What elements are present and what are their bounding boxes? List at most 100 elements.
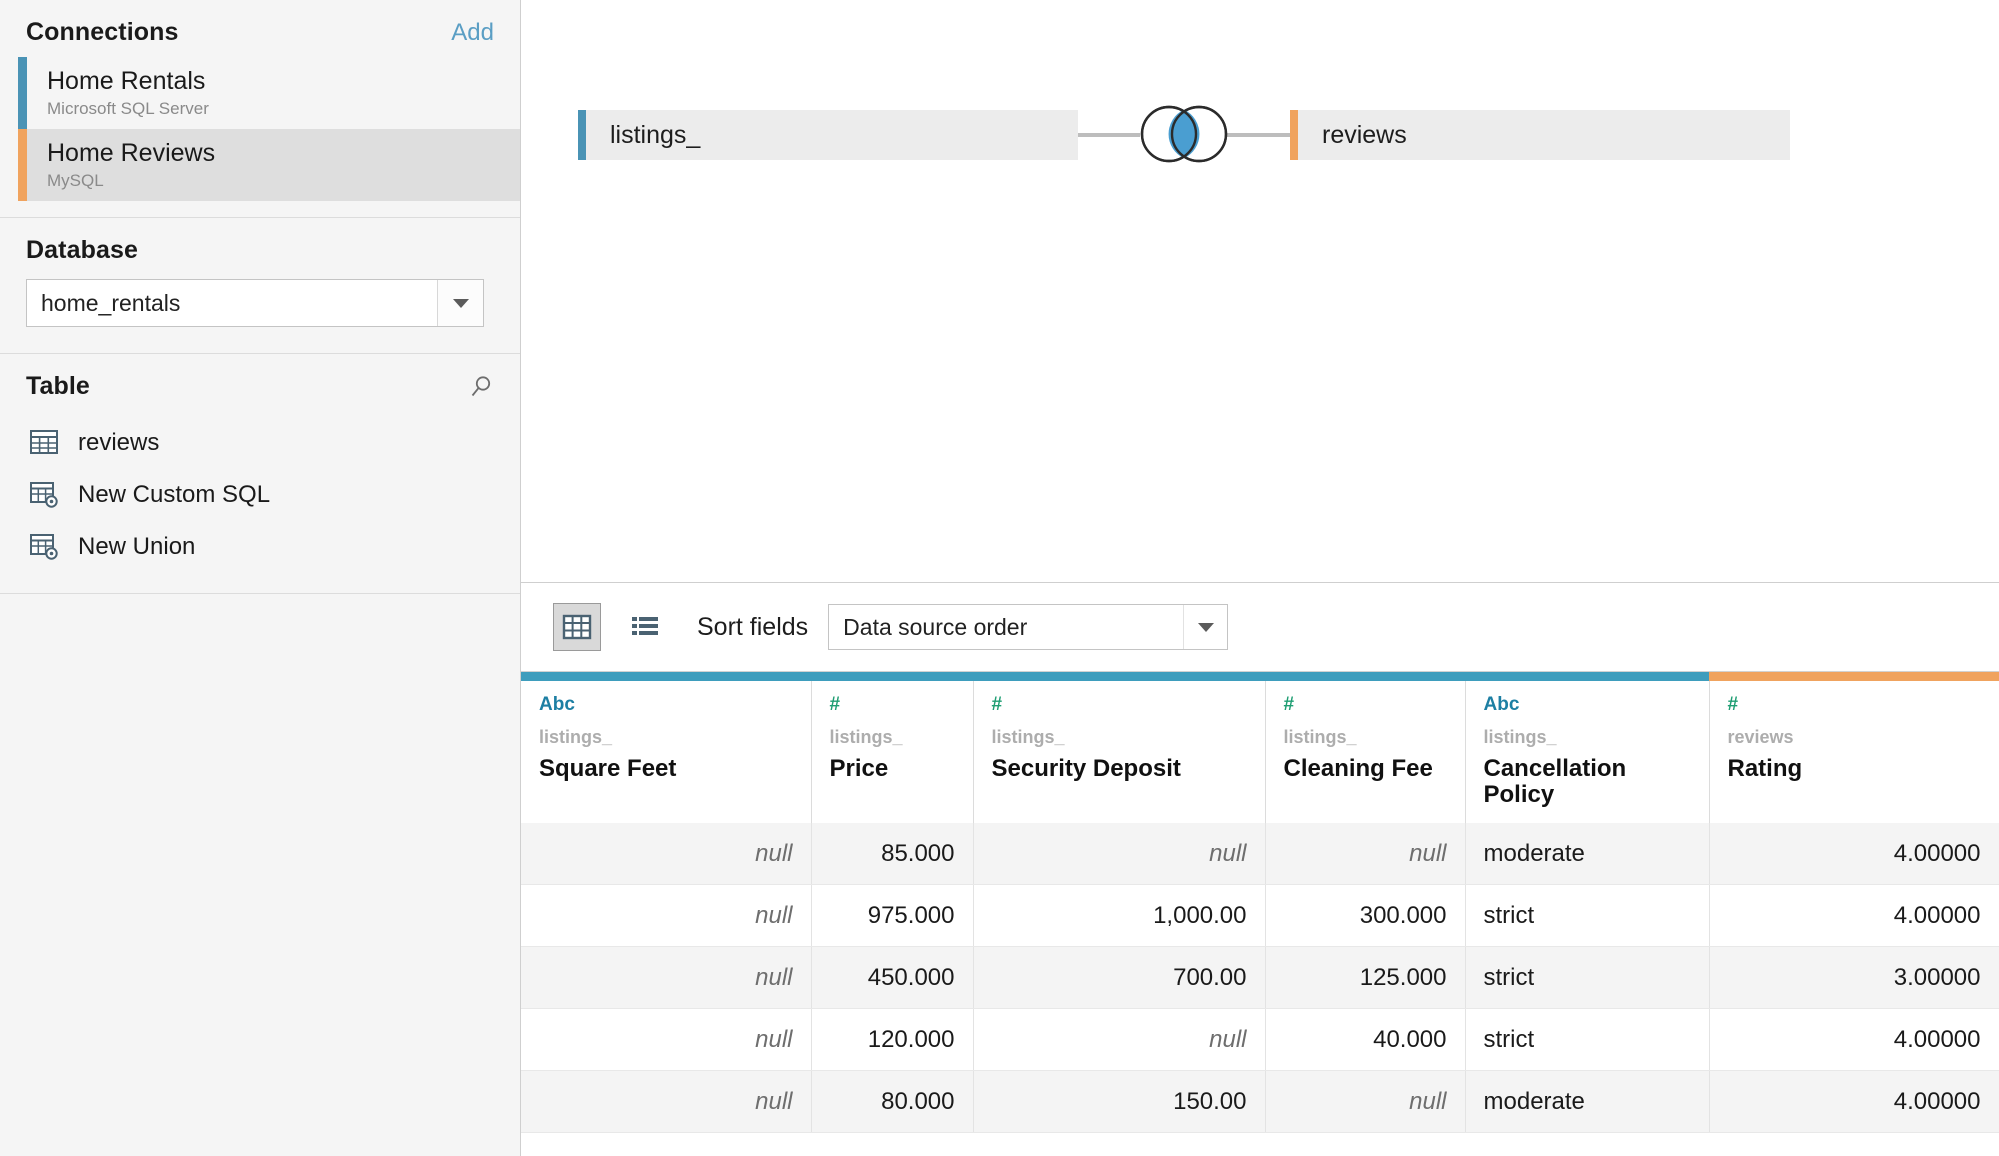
cell-security-deposit: 700.00 <box>973 946 1266 1010</box>
column-header-security-deposit[interactable]: # listings_ Security Deposit <box>973 681 1266 823</box>
cell-cleaning-fee: null <box>1265 1070 1466 1134</box>
connection-name: Home Reviews <box>47 139 216 168</box>
connection-type: Microsoft SQL Server <box>47 98 209 118</box>
connections-list: Home Rentals Microsoft SQL Server Home R… <box>0 57 520 217</box>
column-type-indicator: # <box>829 694 841 715</box>
cell-price: 450.000 <box>811 946 974 1010</box>
cell-security-deposit: null <box>973 822 1266 886</box>
cell-cancellation-policy: strict <box>1465 1008 1710 1072</box>
main-area: listings_ reviews Sort fields Data sourc… <box>521 0 1999 1156</box>
column-source: reviews <box>1727 727 1794 747</box>
cell-cancellation-policy: moderate <box>1465 1070 1710 1134</box>
database-select[interactable]: home_rentals <box>26 279 484 327</box>
connection-color-bar <box>18 57 27 129</box>
list-view-button[interactable] <box>621 603 669 651</box>
cell-cleaning-fee: 300.000 <box>1265 884 1466 948</box>
inner-join-venn-icon[interactable] <box>1129 101 1239 172</box>
connection-item-home-reviews[interactable]: Home Reviews MySQL <box>18 129 520 201</box>
search-icon[interactable] <box>468 374 494 400</box>
table-row[interactable]: null 80.000 150.00 null moderate 4.00000 <box>521 1070 1999 1134</box>
cell-cancellation-policy: strict <box>1465 884 1710 948</box>
column-accent <box>521 672 811 681</box>
column-type-indicator: Abc <box>1483 694 1520 715</box>
column-name: Rating <box>1727 755 1803 782</box>
table-row[interactable]: null 975.000 1,000.00 300.000 strict 4.0… <box>521 884 1999 948</box>
connections-title: Connections <box>26 18 179 46</box>
table-row[interactable]: null 85.000 null null moderate 4.00000 <box>521 822 1999 886</box>
connection-color-bar <box>18 129 27 201</box>
table-item-label: New Custom SQL <box>78 481 271 508</box>
table-item-reviews[interactable]: reviews <box>0 417 520 469</box>
cell-rating: 4.00000 <box>1709 1070 1999 1134</box>
cell-square-feet: null <box>521 1008 812 1072</box>
left-sidebar: Connections Add Home Rentals Microsoft S… <box>0 0 521 1156</box>
data-table-body: null 85.000 null null moderate 4.00000 n… <box>521 822 1999 1134</box>
cell-square-feet: null <box>521 884 812 948</box>
cell-rating: 4.00000 <box>1709 822 1999 886</box>
data-grid[interactable]: Abc listings_ Square Feet # listings_ Pr… <box>521 671 1999 1156</box>
cell-security-deposit: 1,000.00 <box>973 884 1266 948</box>
cell-cleaning-fee: null <box>1265 822 1466 886</box>
sort-fields-value: Data source order <box>843 613 1028 640</box>
database-header: Database <box>0 218 520 275</box>
table-title: Table <box>26 372 90 400</box>
cell-rating: 4.00000 <box>1709 1008 1999 1072</box>
join-node-listings[interactable]: listings_ <box>578 110 1078 160</box>
join-node-reviews[interactable]: reviews <box>1290 110 1790 160</box>
table-row[interactable]: null 120.000 null 40.000 strict 4.00000 <box>521 1008 1999 1072</box>
chevron-down-icon[interactable] <box>437 280 483 326</box>
node-color-bar <box>578 110 586 160</box>
cell-rating: 3.00000 <box>1709 946 1999 1010</box>
table-row[interactable]: null 450.000 700.00 125.000 strict 3.000… <box>521 946 1999 1010</box>
column-source: listings_ <box>991 727 1065 747</box>
column-source: listings_ <box>539 727 613 747</box>
sort-fields-label: Sort fields <box>697 612 809 641</box>
join-node-label: reviews <box>1322 120 1407 149</box>
sort-fields-select[interactable]: Data source order <box>828 604 1229 650</box>
column-accent-row <box>521 672 1999 681</box>
table-item-new-union[interactable]: New Union <box>0 521 520 573</box>
column-type-indicator: # <box>1283 694 1295 715</box>
connections-header: Connections Add <box>0 0 520 57</box>
data-table-head: Abc listings_ Square Feet # listings_ Pr… <box>521 672 1999 823</box>
node-color-bar <box>1290 110 1298 160</box>
cell-square-feet: null <box>521 822 812 886</box>
column-name: Price <box>829 755 889 782</box>
cell-square-feet: null <box>521 1070 812 1134</box>
tableau-data-source-page: Connections Add Home Rentals Microsoft S… <box>0 0 1999 1156</box>
column-name: Security Deposit <box>991 755 1181 782</box>
grid-view-button[interactable] <box>553 603 601 651</box>
column-header-cancellation-policy[interactable]: Abc listings_ Cancellation Policy <box>1465 681 1710 823</box>
column-type-indicator: # <box>991 694 1003 715</box>
column-source: listings_ <box>1283 727 1357 747</box>
cell-security-deposit: 150.00 <box>973 1070 1266 1134</box>
column-accent <box>1265 672 1465 681</box>
column-name: Cleaning Fee <box>1283 755 1433 782</box>
table-gear-icon <box>30 533 60 561</box>
table-header: Table <box>0 354 520 411</box>
column-accent <box>1709 672 1999 681</box>
cell-square-feet: null <box>521 946 812 1010</box>
column-accent <box>1465 672 1709 681</box>
cell-price: 85.000 <box>811 822 974 886</box>
column-header-price[interactable]: # listings_ Price <box>811 681 974 823</box>
cell-cancellation-policy: strict <box>1465 946 1710 1010</box>
column-header-square-feet[interactable]: Abc listings_ Square Feet <box>521 681 812 823</box>
cell-cleaning-fee: 125.000 <box>1265 946 1466 1010</box>
table-section: Table reviews New Custom SQL New Union <box>0 354 520 594</box>
connection-item-home-rentals[interactable]: Home Rentals Microsoft SQL Server <box>18 57 520 129</box>
table-item-new-custom-sql[interactable]: New Custom SQL <box>0 469 520 521</box>
add-connection-link[interactable]: Add <box>451 19 494 47</box>
column-header-row: Abc listings_ Square Feet # listings_ Pr… <box>521 681 1999 823</box>
table-item-label: New Union <box>78 533 196 560</box>
column-header-cleaning-fee[interactable]: # listings_ Cleaning Fee <box>1265 681 1466 823</box>
cell-cancellation-policy: moderate <box>1465 822 1710 886</box>
cell-security-deposit: null <box>973 1008 1266 1072</box>
column-header-rating[interactable]: # reviews Rating <box>1709 681 1999 823</box>
join-canvas: listings_ reviews <box>521 0 1999 583</box>
cell-price: 975.000 <box>811 884 974 948</box>
cell-price: 80.000 <box>811 1070 974 1134</box>
database-title: Database <box>26 236 138 264</box>
chevron-down-icon[interactable] <box>1183 605 1227 649</box>
table-list: reviews New Custom SQL New Union <box>0 411 520 593</box>
